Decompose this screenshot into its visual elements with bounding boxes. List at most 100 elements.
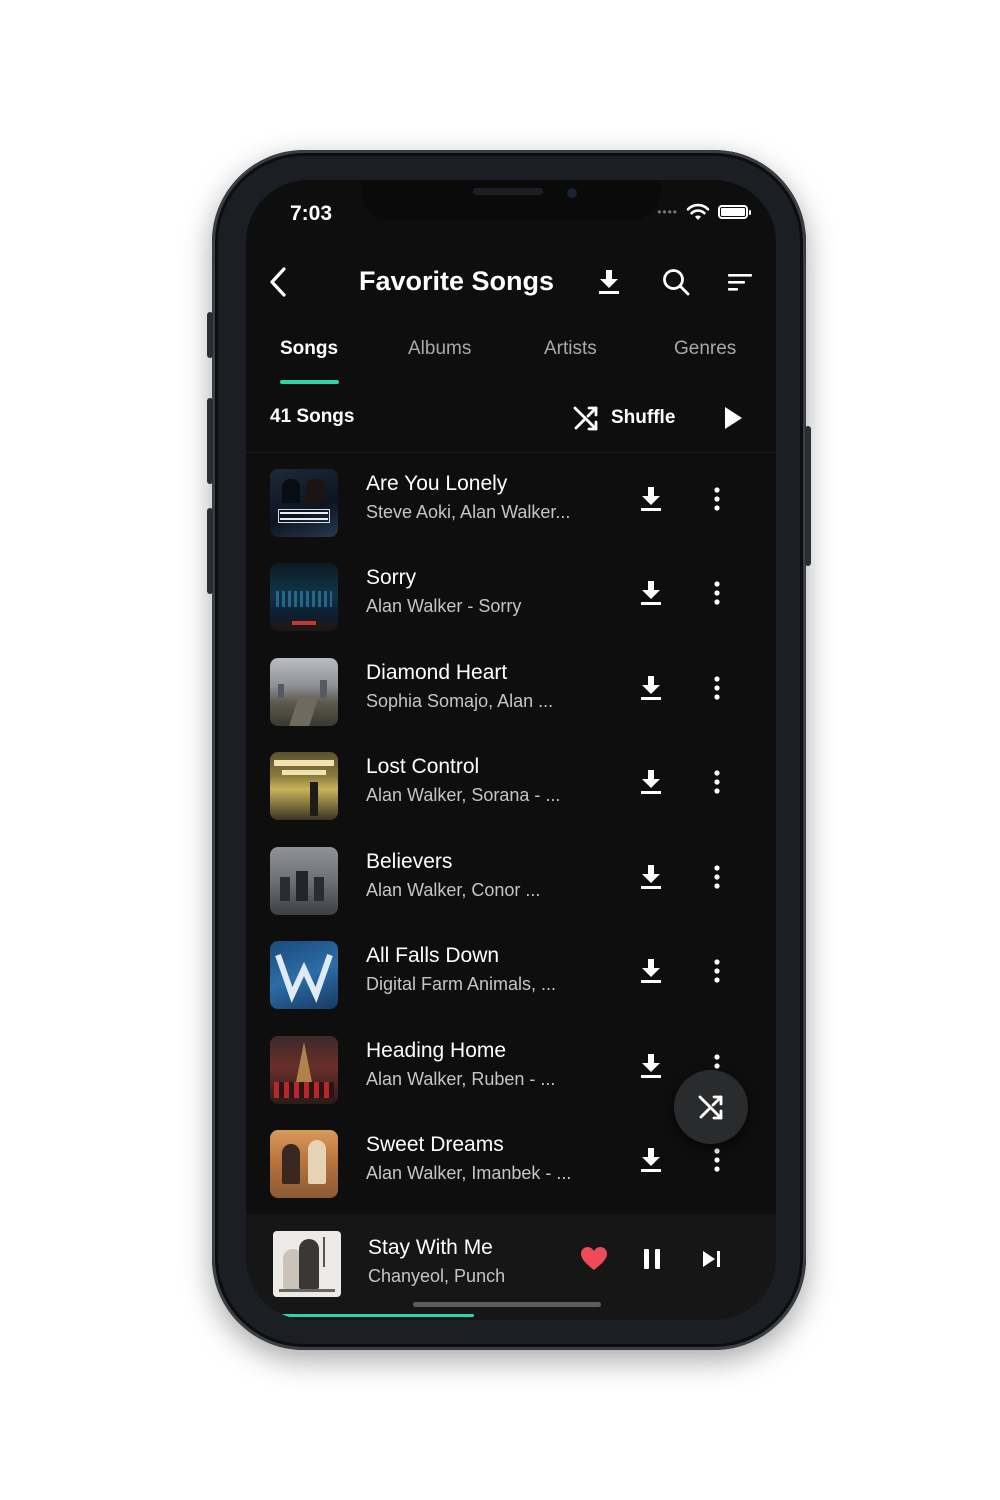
divider [246, 452, 776, 453]
more-options-button[interactable] [702, 954, 732, 988]
song-title: Lost Control [366, 755, 480, 778]
download-icon [641, 770, 661, 794]
speaker-grille [473, 188, 543, 195]
more-vertical-icon [714, 770, 720, 794]
now-playing-artists: Chanyeol, Punch [368, 1266, 506, 1286]
download-icon [641, 1054, 661, 1078]
chevron-left-icon [270, 267, 286, 297]
album-art [270, 941, 338, 1009]
more-vertical-icon [714, 487, 720, 511]
header-bar: Favorite Songs [246, 260, 776, 304]
more-options-button[interactable] [702, 860, 732, 894]
song-artists: Alan Walker, Ruben - ... [366, 1069, 556, 1089]
song-artists: Digital Farm Animals, ... [366, 974, 557, 994]
tab-albums[interactable]: Albums [408, 338, 471, 360]
play-all-button[interactable] [716, 402, 750, 434]
album-art [270, 469, 338, 537]
song-artists: Alan Walker, Imanbek - ... [366, 1163, 572, 1183]
download-button[interactable] [634, 482, 668, 516]
shuffle-label: Shuffle [611, 407, 676, 428]
album-art [270, 752, 338, 820]
tab-bar: Songs Albums Artists Genres [246, 332, 776, 384]
shuffle-fab[interactable] [674, 1070, 748, 1144]
status-time: 7:03 [290, 202, 333, 225]
search-icon [663, 269, 690, 296]
song-row[interactable]: Diamond Heart Sophia Somajo, Alan ... [246, 651, 776, 745]
song-title: All Falls Down [366, 944, 500, 967]
download-button[interactable] [634, 576, 668, 610]
pause-button[interactable] [642, 1248, 662, 1275]
download-button[interactable] [634, 765, 668, 799]
tab-artists[interactable]: Artists [544, 338, 597, 360]
sort-button[interactable] [722, 264, 758, 300]
song-artists: Alan Walker, Conor ... [366, 880, 541, 900]
song-row[interactable]: All Falls Down Digital Farm Animals, ... [246, 934, 776, 1028]
song-artists: Alan Walker - Sorry [366, 596, 522, 616]
song-title: Diamond Heart [366, 661, 508, 684]
page-title: Favorite Songs [359, 266, 555, 296]
song-artists: Steve Aoki, Alan Walker... [366, 502, 571, 522]
status-icons: •••• [657, 203, 751, 221]
pause-icon [644, 1249, 660, 1269]
notch [361, 180, 661, 220]
download-button[interactable] [634, 1143, 668, 1177]
download-icon [641, 487, 661, 511]
download-icon [599, 270, 619, 294]
album-art [270, 563, 338, 631]
next-track-button[interactable] [702, 1250, 722, 1273]
wifi-icon [686, 203, 710, 220]
play-icon [725, 407, 742, 429]
home-indicator [413, 1302, 601, 1307]
song-count: 41 Songs [270, 406, 355, 427]
mute-switch [207, 312, 213, 358]
tab-genres[interactable]: Genres [674, 338, 736, 360]
song-title: Sorry [366, 566, 417, 589]
album-art [270, 1130, 338, 1198]
more-vertical-icon [714, 676, 720, 700]
power-button [805, 426, 811, 566]
playback-progress[interactable] [278, 1314, 744, 1317]
signal-icon: •••• [657, 205, 678, 219]
more-vertical-icon [714, 1148, 720, 1172]
song-title: Believers [366, 850, 453, 873]
shuffle-icon [698, 1095, 723, 1120]
song-title: Heading Home [366, 1039, 507, 1062]
download-icon [641, 865, 661, 889]
download-button[interactable] [634, 860, 668, 894]
shuffle-button[interactable]: Shuffle [573, 402, 675, 434]
download-button[interactable] [634, 954, 668, 988]
album-art [270, 1036, 338, 1104]
like-button[interactable] [580, 1246, 608, 1277]
more-options-button[interactable] [702, 1143, 732, 1177]
download-icon [641, 959, 661, 983]
sort-icon [728, 274, 752, 291]
song-artists: Sophia Somajo, Alan ... [366, 691, 554, 711]
shuffle-icon [573, 406, 598, 431]
song-artists: Alan Walker, Sorana - ... [366, 785, 561, 805]
song-title: Are You Lonely [366, 472, 508, 495]
download-all-button[interactable] [591, 264, 627, 300]
song-row[interactable]: Believers Alan Walker, Conor ... [246, 840, 776, 934]
download-icon [641, 581, 661, 605]
tab-songs[interactable]: Songs [280, 338, 338, 360]
download-button[interactable] [634, 1049, 668, 1083]
front-camera [567, 188, 577, 198]
download-icon [641, 676, 661, 700]
download-button[interactable] [634, 671, 668, 705]
album-art [270, 658, 338, 726]
song-title: Sweet Dreams [366, 1133, 504, 1156]
back-button[interactable] [262, 264, 294, 300]
more-options-button[interactable] [702, 765, 732, 799]
song-row[interactable]: Lost Control Alan Walker, Sorana - ... [246, 745, 776, 839]
now-playing-title: Stay With Me [368, 1236, 493, 1259]
more-options-button[interactable] [702, 576, 732, 610]
app-screen: 7:03 •••• Favorite Songs Songs Albums Ar… [246, 180, 776, 1320]
more-options-button[interactable] [702, 482, 732, 516]
alan-walker-logo-icon [275, 954, 333, 1003]
song-row[interactable]: Sorry Alan Walker - Sorry [246, 556, 776, 650]
download-icon [641, 1148, 661, 1172]
search-button[interactable] [658, 264, 694, 300]
volume-down-button [207, 508, 213, 594]
more-options-button[interactable] [702, 671, 732, 705]
song-row[interactable]: Are You Lonely Steve Aoki, Alan Walker..… [246, 462, 776, 556]
